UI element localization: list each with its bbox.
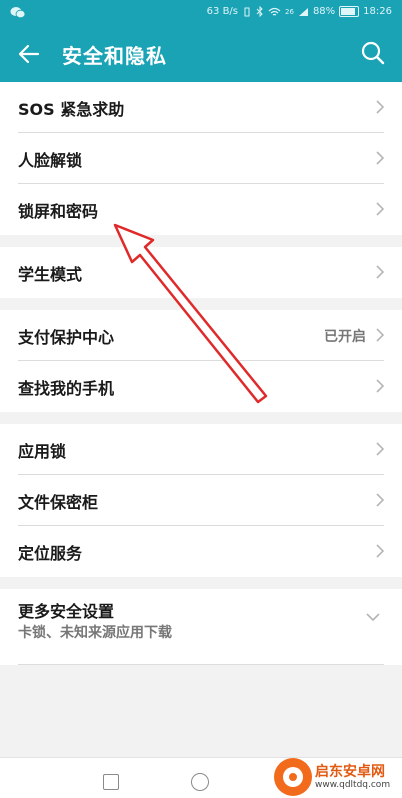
setting-payment-protection[interactable]: 支付保护中心 已开启 <box>0 310 402 361</box>
signal-label: 26 <box>285 7 294 16</box>
chevron-right-icon <box>376 151 385 165</box>
settings-group-4: 应用锁 文件保密柜 定位服务 <box>0 424 402 577</box>
search-icon[interactable] <box>360 40 386 66</box>
vibrate-icon <box>244 7 250 16</box>
setting-find-my-phone[interactable]: 查找我的手机 <box>0 361 402 412</box>
setting-label: 文件保密柜 <box>18 493 99 512</box>
recent-apps-button[interactable] <box>103 774 119 790</box>
setting-label: 应用锁 <box>18 442 67 461</box>
chevron-right-icon <box>376 493 385 507</box>
signal-icon <box>298 7 308 16</box>
status-bar: 63 B/s 26 88% 18:26 <box>0 0 402 26</box>
net-speed: 63 B/s <box>206 6 239 17</box>
divider <box>18 664 384 665</box>
setting-file-safe[interactable]: 文件保密柜 <box>0 475 402 526</box>
page-title: 安全和隐私 <box>62 44 167 68</box>
status-right: 63 B/s 26 88% 18:26 <box>207 6 392 17</box>
settings-group-3: 支付保护中心 已开启 查找我的手机 <box>0 310 402 412</box>
setting-sos[interactable]: SOS 紧急求助 <box>0 82 402 133</box>
setting-face-unlock[interactable]: 人脸解锁 <box>0 133 402 184</box>
setting-student-mode[interactable]: 学生模式 <box>0 247 402 298</box>
watermark-url: www.qdltdq.com <box>315 780 391 790</box>
chevron-down-icon <box>366 613 380 622</box>
status-time: 18:26 <box>363 6 392 17</box>
app-bar: 安全和隐私 <box>0 26 402 82</box>
setting-label: 学生模式 <box>18 265 83 284</box>
setting-subtitle: 卡锁、未知来源应用下载 <box>18 625 172 641</box>
setting-label: 支付保护中心 <box>18 328 115 347</box>
watermark-name: 启东安卓网 <box>315 764 385 780</box>
battery-icon <box>339 6 360 17</box>
chevron-right-icon <box>376 328 385 342</box>
wechat-icon <box>10 7 26 19</box>
chevron-right-icon <box>376 100 385 114</box>
setting-label: SOS 紧急求助 <box>18 100 125 119</box>
home-button[interactable] <box>191 773 209 791</box>
bluetooth-icon <box>256 6 263 17</box>
battery-percent: 88% <box>312 6 336 17</box>
chevron-right-icon <box>376 379 385 393</box>
settings-group-1: SOS 紧急求助 人脸解锁 锁屏和密码 <box>0 82 402 235</box>
watermark: 启东安卓网 www.qdltdq.com <box>272 758 402 797</box>
setting-label: 人脸解锁 <box>18 151 83 170</box>
settings-group-5: 更多安全设置 卡锁、未知来源应用下载 <box>0 589 402 665</box>
chevron-right-icon <box>376 265 385 279</box>
back-arrow-icon[interactable] <box>16 41 42 67</box>
setting-lock-screen-password[interactable]: 锁屏和密码 <box>0 184 402 235</box>
setting-label: 更多安全设置 <box>18 602 115 621</box>
chevron-right-icon <box>376 544 385 558</box>
watermark-logo-icon <box>274 758 312 796</box>
setting-more-security[interactable]: 更多安全设置 卡锁、未知来源应用下载 <box>0 589 402 654</box>
setting-app-lock[interactable]: 应用锁 <box>0 424 402 475</box>
settings-group-2: 学生模式 <box>0 247 402 298</box>
setting-label: 锁屏和密码 <box>18 202 99 221</box>
chevron-right-icon <box>376 442 385 456</box>
wifi-icon <box>268 7 281 16</box>
setting-status-value: 已开启 <box>324 329 366 345</box>
setting-label: 查找我的手机 <box>18 379 115 398</box>
setting-label: 定位服务 <box>18 544 83 563</box>
chevron-right-icon <box>376 202 385 216</box>
setting-location-services[interactable]: 定位服务 <box>0 526 402 577</box>
